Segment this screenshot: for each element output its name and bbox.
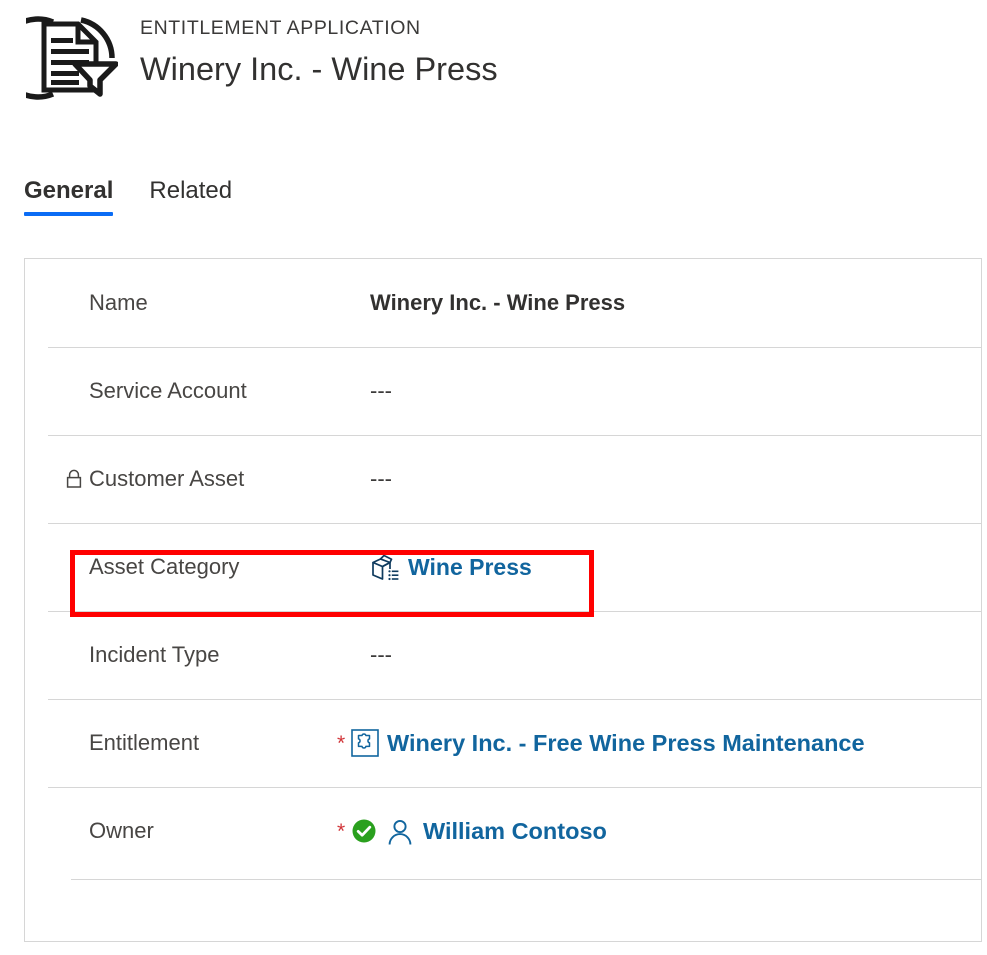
product-box-list-icon	[370, 553, 400, 581]
field-value-customer-asset-wrap: ---	[370, 466, 392, 492]
field-value-owner-link[interactable]: William Contoso	[423, 818, 607, 845]
field-value-incident-type[interactable]: ---	[370, 642, 392, 668]
tab-related[interactable]: Related	[127, 176, 246, 216]
field-label-entitlement-text: Entitlement	[89, 730, 200, 755]
page-header: ENTITLEMENT APPLICATION Winery Inc. - Wi…	[0, 0, 987, 130]
field-value-entitlement-link[interactable]: Winery Inc. - Free Wine Press Maintenanc…	[387, 730, 865, 757]
form-row-incident-type: Incident Type ---	[48, 611, 981, 699]
field-label-incident-type: Incident Type	[89, 642, 370, 668]
form-row-entitlement: Entitlement * Winery Inc. - Free Wine Pr…	[48, 699, 981, 787]
field-value-asset-category-wrap: Wine Press	[370, 553, 532, 581]
field-value-owner-wrap: * William Contoso	[337, 816, 607, 846]
user-person-icon	[385, 816, 415, 846]
entitlement-application-document-filter-icon	[0, 14, 119, 102]
form-row-owner: Owner * William Contoso	[48, 787, 981, 875]
field-label-customer-asset-text: Customer Asset	[89, 466, 245, 491]
field-label-service-account-text: Service Account	[89, 378, 247, 403]
field-label-entitlement: Entitlement	[89, 730, 370, 756]
field-label-asset-category: Asset Category	[89, 554, 370, 580]
form-row-asset-category: Asset Category Wine Press	[48, 523, 981, 611]
form-rows: Name Winery Inc. - Wine Press Service Ac…	[48, 259, 981, 941]
tab-bar: General Related	[24, 176, 246, 216]
field-value-asset-category-link[interactable]: Wine Press	[408, 554, 532, 581]
form-row-service-account: Service Account ---	[48, 347, 981, 435]
general-form-card: Name Winery Inc. - Wine Press Service Ac…	[24, 258, 982, 942]
field-label-name: Name	[89, 290, 370, 316]
field-label-customer-asset: Customer Asset	[66, 466, 370, 492]
field-label-owner-text: Owner	[89, 818, 154, 843]
field-value-service-account-wrap: ---	[370, 378, 392, 404]
form-row-name: Name Winery Inc. - Wine Press	[48, 259, 981, 347]
field-value-customer-asset[interactable]: ---	[370, 466, 392, 492]
field-label-service-account: Service Account	[89, 378, 370, 404]
tab-general[interactable]: General	[24, 176, 127, 216]
header-text-block: ENTITLEMENT APPLICATION Winery Inc. - Wi…	[140, 16, 498, 91]
form-row-customer-asset: Customer Asset ---	[48, 435, 981, 523]
field-label-incident-type-text: Incident Type	[89, 642, 220, 667]
entity-type-label: ENTITLEMENT APPLICATION	[140, 17, 421, 39]
form-bottom-divider	[71, 879, 981, 880]
field-value-name-wrap: Winery Inc. - Wine Press	[370, 290, 625, 316]
page-title: Winery Inc. - Wine Press	[140, 51, 498, 87]
green-check-circle-icon	[351, 818, 377, 844]
field-value-entitlement-wrap: * Winery Inc. - Free Wine Press Maintena…	[337, 729, 865, 757]
field-value-service-account[interactable]: ---	[370, 378, 392, 404]
field-label-asset-category-text: Asset Category	[89, 554, 240, 579]
field-value-incident-type-wrap: ---	[370, 642, 392, 668]
field-label-owner: Owner	[89, 818, 370, 844]
required-asterisk-entitlement: *	[337, 731, 346, 755]
field-value-name[interactable]: Winery Inc. - Wine Press	[370, 290, 625, 316]
required-asterisk-owner: *	[337, 819, 346, 843]
lock-icon	[65, 469, 83, 489]
entitlement-puzzle-icon	[351, 729, 379, 757]
field-label-name-text: Name	[89, 290, 148, 315]
